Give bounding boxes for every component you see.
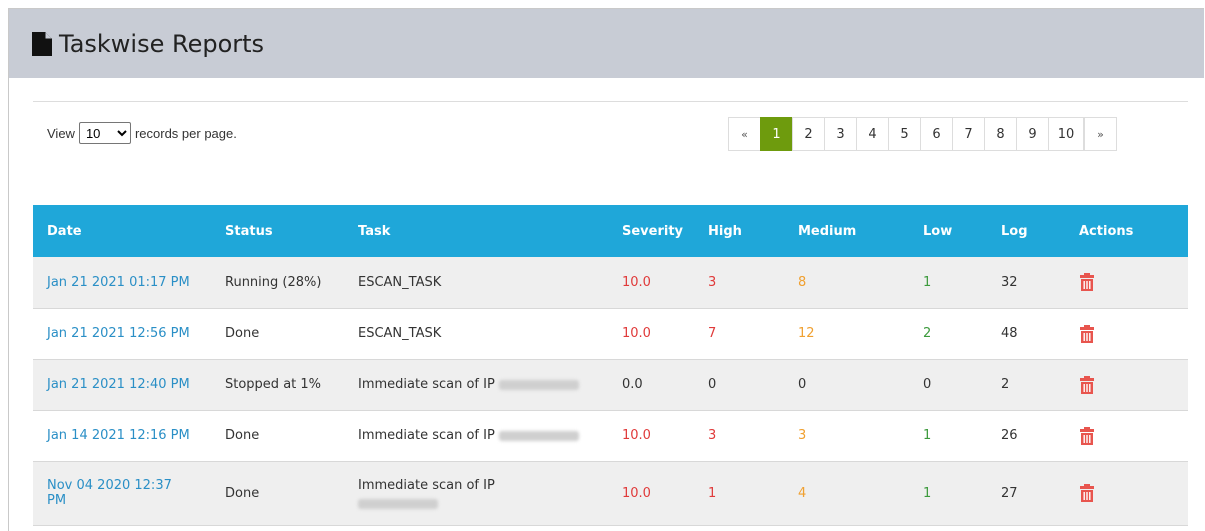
log-cell: 2 [1001, 377, 1010, 392]
report-date-link[interactable]: Jan 21 2021 12:56 PM [47, 326, 190, 341]
severity-cell: 10.0 [622, 485, 651, 501]
pagination-page-9[interactable]: 9 [1016, 117, 1049, 151]
divider [33, 101, 1188, 102]
high-cell: 7 [708, 326, 717, 341]
table-row: Nov 04 2020 12:37 PM Done Immediate scan… [33, 461, 1188, 525]
status-cell: Stopped at 1% [225, 377, 322, 392]
status-cell: Running (28%) [225, 274, 322, 290]
page-title: Taskwise Reports [59, 29, 265, 58]
high-cell: 3 [708, 274, 717, 290]
report-date-link[interactable]: Nov 04 2020 12:37 PM [47, 478, 172, 508]
records-per-page-select[interactable]: 10 [78, 122, 131, 144]
pagination: « 1 2 3 4 5 6 7 8 9 10 » [728, 117, 1140, 151]
column-header-low[interactable]: Low [909, 205, 987, 257]
low-cell: 1 [923, 428, 932, 443]
actions-cell [1065, 308, 1188, 359]
redacted-ip [358, 498, 438, 509]
report-date-link[interactable]: Jan 21 2021 12:40 PM [47, 377, 190, 392]
actions-cell [1065, 410, 1188, 461]
table-row: Jan 14 2021 12:16 PM Done Immediate scan… [33, 410, 1188, 461]
trash-icon[interactable] [1079, 426, 1095, 445]
status-cell: Done [225, 485, 260, 501]
status-cell: Done [225, 428, 260, 443]
pagination-page-4[interactable]: 4 [856, 117, 889, 151]
task-text: Immediate scan of IP [358, 477, 495, 493]
table-header-row: Date Status Task Severity High Medium Lo… [33, 205, 1188, 257]
actions-cell [1065, 461, 1188, 525]
table-row: Jan 21 2021 12:56 PM Done ESCAN_TASK 10.… [33, 308, 1188, 359]
trash-icon[interactable] [1079, 484, 1095, 502]
pagination-page-7[interactable]: 7 [952, 117, 985, 151]
pagination-next-button[interactable]: » [1084, 117, 1117, 151]
file-icon [32, 31, 52, 56]
page-title-wrap: Taskwise Reports [31, 30, 264, 58]
severity-cell: 10.0 [622, 274, 651, 290]
pagination-page-10[interactable]: 10 [1048, 117, 1084, 151]
task-cell: Immediate scan of IP [344, 461, 608, 525]
medium-cell: 8 [798, 274, 807, 290]
panel-header: Taskwise Reports [9, 9, 1204, 78]
report-date-link[interactable]: Jan 21 2021 01:17 PM [47, 275, 190, 290]
records-per-page: View 10 records per page. [47, 122, 237, 144]
log-cell: 48 [1001, 326, 1018, 341]
low-cell: 1 [923, 485, 932, 501]
medium-cell: 0 [798, 377, 807, 392]
task-cell: ESCAN_TASK [358, 326, 442, 341]
column-header-date[interactable]: Date [33, 205, 211, 257]
column-header-status[interactable]: Status [211, 205, 344, 257]
trash-icon[interactable] [1079, 324, 1095, 343]
pagination-page-5[interactable]: 5 [888, 117, 921, 151]
task-text: Immediate scan of IP [358, 428, 495, 443]
severity-cell: 0.0 [622, 377, 643, 392]
task-cell: Immediate scan of IP [344, 359, 608, 410]
low-cell: 1 [923, 274, 932, 290]
pagination-page-3[interactable]: 3 [824, 117, 857, 151]
medium-cell: 3 [798, 428, 807, 443]
pagination-page-6[interactable]: 6 [920, 117, 953, 151]
high-cell: 1 [708, 485, 717, 501]
table-row: Jan 21 2021 01:17 PM Running (28%) ESCAN… [33, 257, 1188, 308]
redacted-ip [498, 430, 579, 441]
actions-cell [1065, 359, 1188, 410]
task-cell: ESCAN_TASK [358, 274, 442, 290]
column-header-high[interactable]: High [694, 205, 784, 257]
log-cell: 27 [1001, 485, 1018, 501]
trash-icon[interactable] [1079, 375, 1095, 394]
column-header-severity[interactable]: Severity [608, 205, 694, 257]
trash-icon[interactable] [1079, 273, 1095, 292]
actions-cell [1065, 257, 1188, 308]
reports-panel: Taskwise Reports View 10 records per pag… [8, 8, 1204, 531]
pagination-page-1[interactable]: 1 [760, 117, 793, 151]
low-cell: 0 [923, 377, 932, 392]
log-cell: 26 [1001, 428, 1018, 443]
records-per-page-suffix: records per page. [134, 125, 237, 141]
medium-cell: 12 [798, 326, 815, 341]
reports-table: Date Status Task Severity High Medium Lo… [33, 205, 1188, 526]
severity-cell: 10.0 [622, 326, 651, 341]
high-cell: 3 [708, 428, 717, 443]
redacted-ip [498, 379, 579, 390]
severity-cell: 10.0 [622, 428, 651, 443]
pagination-prev-button[interactable]: « [728, 117, 761, 151]
pagination-page-8[interactable]: 8 [984, 117, 1017, 151]
report-date-link[interactable]: Jan 14 2021 12:16 PM [47, 428, 190, 443]
medium-cell: 4 [798, 485, 807, 501]
column-header-actions: Actions [1079, 223, 1134, 239]
pagination-page-2[interactable]: 2 [792, 117, 825, 151]
status-cell: Done [225, 326, 260, 341]
column-header-task[interactable]: Task [344, 205, 608, 257]
task-text: Immediate scan of IP [358, 377, 495, 392]
low-cell: 2 [923, 326, 932, 341]
high-cell: 0 [708, 377, 717, 392]
column-header-log[interactable]: Log [987, 205, 1065, 257]
log-cell: 32 [1001, 274, 1018, 290]
table-row: Jan 21 2021 12:40 PM Stopped at 1% Immed… [33, 359, 1188, 410]
records-per-page-prefix: View [47, 125, 75, 141]
task-cell: Immediate scan of IP [344, 410, 608, 461]
column-header-medium[interactable]: Medium [784, 205, 909, 257]
